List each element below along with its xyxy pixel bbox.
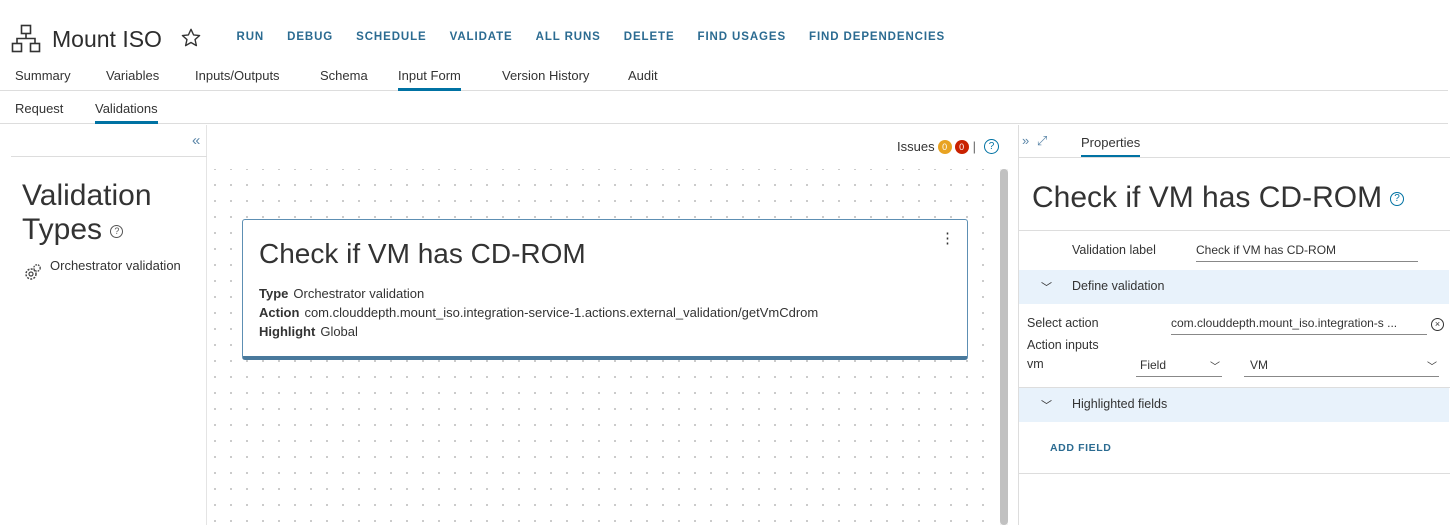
card-title: Check if VM has CD-ROM — [259, 238, 586, 269]
vm-value: VM — [1250, 358, 1268, 372]
page-title: Mount ISO — [52, 26, 162, 52]
divider — [1019, 473, 1450, 474]
divider — [1019, 157, 1450, 158]
card-highlight-row: Highlight Global — [259, 324, 358, 339]
tab-version-history[interactable]: Version History — [502, 68, 589, 83]
tab-schema[interactable]: Schema — [320, 68, 368, 83]
collapse-right-icon[interactable]: » — [1022, 133, 1029, 148]
action-toolbar: RUN DEBUG SCHEDULE VALIDATE ALL RUNS DEL… — [225, 31, 957, 43]
chevron-down-icon: ﹀ — [1427, 362, 1437, 373]
card-action-key: Action — [259, 305, 300, 320]
find-usages-button[interactable]: FIND USAGES — [686, 31, 798, 43]
scrollbar-thumb[interactable] — [1000, 169, 1008, 525]
validation-label-input[interactable]: Check if VM has CD-ROM — [1196, 243, 1418, 262]
sub-tabs: Request Validations — [0, 92, 1448, 124]
chevron-down-icon: ﹀ — [1210, 362, 1220, 373]
validation-types-panel: « Validation Types ? Orchestrator valida… — [11, 125, 207, 525]
validation-card[interactable]: Check if VM has CD-ROM ⋮ Type Orchestrato… — [242, 219, 968, 360]
error-count-badge[interactable]: 0 — [954, 139, 969, 154]
issues-indicator: Issues 0 0 | ? — [897, 139, 999, 154]
more-options-icon[interactable]: ⋮ — [940, 231, 955, 246]
workflow-hierarchy-icon — [11, 24, 41, 53]
warning-count-badge[interactable]: 0 — [937, 139, 952, 154]
run-button[interactable]: RUN — [225, 31, 276, 43]
validation-canvas: Issues 0 0 | ? Check if VM has CD-ROM ⋮ … — [214, 125, 1011, 525]
validation-types-heading: Validation Types — [22, 179, 152, 246]
tab-input-form[interactable]: Input Form — [398, 68, 461, 91]
add-field-button[interactable]: ADD FIELD — [1050, 442, 1111, 454]
card-action-value: com.clouddepth.mount_iso.integration-ser… — [304, 305, 819, 320]
validation-type-label: Orchestrator validation — [50, 258, 181, 273]
properties-heading: Check if VM has CD-ROM — [1032, 181, 1383, 214]
select-action-input[interactable]: com.clouddepth.mount_iso.integration-s .… — [1171, 316, 1427, 335]
vm-input-label: vm — [1027, 357, 1044, 371]
delete-button[interactable]: DELETE — [612, 31, 686, 43]
highlighted-fields-label: Highlighted fields — [1072, 397, 1168, 411]
collapse-left-icon[interactable]: « — [192, 132, 200, 149]
subtab-request[interactable]: Request — [15, 101, 63, 116]
issues-label: Issues — [897, 139, 935, 154]
help-icon[interactable]: ? — [110, 224, 124, 238]
vm-value-select[interactable]: VM ﹀ — [1244, 358, 1439, 377]
subtab-validations[interactable]: Validations — [95, 101, 158, 124]
chevron-down-icon: ﹀ — [1041, 400, 1052, 412]
highlighted-fields-section[interactable]: ﹀ Highlighted fields — [1019, 388, 1449, 422]
card-action-row: Action com.clouddepth.mount_iso.integrati… — [259, 305, 818, 320]
star-icon[interactable] — [180, 27, 202, 49]
action-inputs-label: Action inputs — [1027, 338, 1099, 352]
vm-type-select[interactable]: Field ﹀ — [1136, 358, 1222, 377]
select-action-label: Select action — [1027, 316, 1099, 330]
card-highlight-value: Global — [320, 324, 358, 339]
define-validation-section[interactable]: ﹀ Define validation — [1019, 270, 1449, 304]
define-validation-label: Define validation — [1072, 279, 1165, 293]
divider — [1019, 230, 1450, 231]
tab-variables[interactable]: Variables — [106, 68, 159, 83]
gears-icon — [25, 264, 41, 280]
validation-type-orchestrator[interactable]: Orchestrator validation — [24, 257, 194, 281]
card-type-row: Type Orchestrator validation — [259, 286, 424, 301]
expand-icon[interactable]: ⤢ — [1037, 133, 1047, 148]
tab-properties[interactable]: Properties — [1081, 135, 1141, 158]
header: Mount ISO RUN DEBUG SCHEDULE VALIDATE AL… — [0, 0, 1450, 62]
all-runs-button[interactable]: ALL RUNS — [524, 31, 612, 43]
properties-panel: » ⤢ Properties Check if VM has CD-ROM? V… — [1018, 125, 1450, 525]
tab-audit[interactable]: Audit — [628, 68, 658, 83]
panel-controls: » ⤢ — [1022, 133, 1047, 149]
card-type-key: Type — [259, 286, 289, 301]
chevron-down-icon: ﹀ — [1041, 282, 1052, 294]
find-dependencies-button[interactable]: FIND DEPENDENCIES — [798, 31, 957, 43]
tab-inputs-outputs[interactable]: Inputs/Outputs — [195, 68, 280, 83]
canvas-scrollbar[interactable] — [1000, 169, 1008, 525]
validation-label-label: Validation label — [1072, 243, 1156, 257]
help-icon[interactable]: ? — [1390, 192, 1405, 207]
vm-type-value: Field — [1140, 358, 1167, 372]
clear-icon[interactable]: × — [1431, 318, 1444, 331]
card-type-value: Orchestrator validation — [293, 286, 425, 301]
validation-types-title: Validation Types ? — [22, 179, 202, 247]
divider — [11, 156, 207, 157]
separator: | — [972, 139, 976, 154]
main-tabs: Summary Variables Inputs/Outputs Schema … — [0, 62, 1448, 91]
validate-button[interactable]: VALIDATE — [438, 31, 524, 43]
debug-button[interactable]: DEBUG — [276, 31, 345, 43]
schedule-button[interactable]: SCHEDULE — [345, 31, 438, 43]
card-highlight-key: Highlight — [259, 324, 316, 339]
tab-summary[interactable]: Summary — [15, 68, 71, 83]
properties-title: Check if VM has CD-ROM? — [1032, 181, 1405, 215]
issues-help-icon[interactable]: ? — [983, 139, 999, 154]
